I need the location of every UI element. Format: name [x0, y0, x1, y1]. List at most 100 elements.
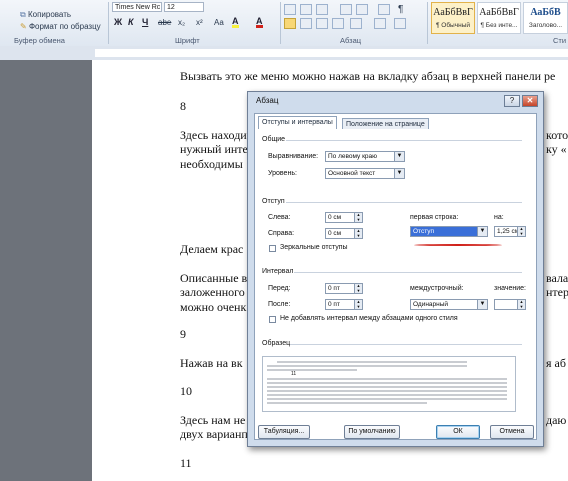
close-button[interactable]: ✕: [522, 95, 538, 107]
align-right-button[interactable]: [316, 18, 328, 29]
tab-indents-spacing[interactable]: Отступы и интервалы: [258, 116, 337, 129]
font-color-button[interactable]: A: [256, 17, 263, 28]
style-no-spacing[interactable]: АаБбВвГ ¶ Без инте...: [477, 2, 521, 34]
subscript-button[interactable]: x₂: [178, 18, 185, 27]
first-line-dropdown[interactable]: Отступ ▼: [410, 226, 488, 237]
doc-line: можно оченк: [180, 300, 247, 314]
doc-line: Здесь нам не: [180, 413, 246, 427]
doc-line: Нажав на вк: [180, 356, 243, 370]
paragraph-dialog: Абзац ? ✕ Отступы и интервалы Положение …: [247, 91, 544, 447]
font-name-dropdown[interactable]: Times New Rc: [112, 2, 162, 12]
first-line-label: первая строка:: [410, 214, 459, 221]
indent-right-value: 0 см: [328, 230, 342, 237]
preview-line: [267, 369, 357, 371]
set-default-button[interactable]: По умолчанию: [344, 425, 400, 439]
format-painter-label: Формат по образцу: [28, 22, 101, 31]
paragraph-group-label: Абзац: [340, 36, 362, 45]
align-left-button[interactable]: [284, 18, 296, 29]
doc-line: 8: [180, 99, 186, 113]
spacing-before-label: Перед:: [268, 285, 291, 292]
doc-line: 11: [180, 456, 192, 470]
bullets-button[interactable]: [284, 4, 296, 15]
doc-line: 10: [180, 384, 192, 398]
style-name: ¶ Обычный: [435, 22, 471, 29]
indent-right-spinner[interactable]: 0 см ▲ ▼: [325, 228, 363, 239]
doc-fragment: даю: [546, 413, 567, 427]
numbering-button[interactable]: [300, 4, 312, 15]
sort-button[interactable]: [378, 4, 390, 15]
indent-left-spinner[interactable]: 0 см ▲ ▼: [325, 212, 363, 223]
help-button[interactable]: ?: [504, 95, 520, 107]
spin-arrows-icon: ▲ ▼: [354, 228, 362, 238]
cancel-button[interactable]: Отмена: [490, 425, 534, 439]
line-spacing-dropdown[interactable]: Одинарный ▼: [410, 299, 488, 310]
divider: [294, 272, 522, 273]
doc-fragment: я аб: [546, 356, 566, 370]
preview-line: [267, 402, 427, 404]
format-painter-button[interactable]: ✎ Формат по образцу: [20, 22, 101, 31]
alignment-dropdown[interactable]: По левому краю ▼: [325, 151, 405, 162]
strikethrough-button[interactable]: abe: [158, 18, 171, 27]
indent-by-value: 1,25 см: [497, 228, 520, 235]
no-space-checkbox[interactable]: [269, 316, 276, 323]
font-group-label: Шрифт: [175, 36, 200, 45]
superscript-button[interactable]: x²: [196, 18, 203, 27]
style-sample: АаБбВ: [530, 7, 561, 18]
highlight-button[interactable]: A: [232, 17, 239, 28]
horizontal-ruler[interactable]: [0, 46, 568, 61]
divider: [280, 2, 281, 44]
mirror-indents-checkbox[interactable]: [269, 245, 276, 252]
chevron-down-icon: ▼: [477, 300, 487, 309]
doc-line: необходимы: [180, 157, 243, 171]
font-size-dropdown[interactable]: 12: [164, 2, 204, 12]
italic-button[interactable]: К: [128, 17, 134, 27]
show-marks-button[interactable]: ¶: [398, 4, 403, 15]
doc-fragment: ку «: [546, 142, 567, 156]
borders-button[interactable]: [394, 18, 406, 29]
spacing-before-spinner[interactable]: 0 пт ▲ ▼: [325, 283, 363, 294]
tab-line-page-breaks[interactable]: Положение на странице: [342, 118, 429, 129]
increase-indent-button[interactable]: [356, 4, 368, 15]
alignment-value: По левому краю: [328, 153, 378, 160]
doc-fragment: кото: [546, 128, 568, 142]
align-center-button[interactable]: [300, 18, 312, 29]
multilevel-list-button[interactable]: [316, 4, 328, 15]
decrease-indent-button[interactable]: [340, 4, 352, 15]
style-heading[interactable]: АаБбВ Заголово...: [523, 2, 568, 34]
copy-icon: ⧉: [20, 10, 26, 19]
level-label: Уровень:: [268, 170, 297, 177]
line-spacing-button[interactable]: [350, 18, 362, 29]
change-case-button[interactable]: Aa: [214, 18, 224, 27]
doc-fragment: нтер: [546, 285, 568, 299]
style-name: Заголово...: [528, 22, 563, 29]
justify-button[interactable]: [332, 18, 344, 29]
doc-line: двух варианп: [180, 427, 248, 441]
doc-line: заложенного: [180, 285, 245, 299]
doc-fragment: вала: [546, 271, 568, 285]
copy-button[interactable]: ⧉ Копировать: [20, 10, 71, 20]
indent-by-label: на:: [494, 214, 504, 221]
spin-arrows-icon: ▲ ▼: [517, 226, 525, 236]
preview-line: [267, 390, 507, 392]
divider: [290, 344, 522, 345]
divider: [427, 2, 428, 44]
line-spacing-label: междустрочный:: [410, 285, 464, 292]
indent-left-value: 0 см: [328, 214, 342, 221]
indent-by-spinner[interactable]: 1,25 см ▲ ▼: [494, 226, 526, 237]
spacing-after-spinner[interactable]: 0 пт ▲ ▼: [325, 299, 363, 310]
divider: [286, 140, 522, 141]
ok-button[interactable]: ОК: [436, 425, 480, 439]
doc-line: 9: [180, 327, 186, 341]
level-dropdown[interactable]: Основной текст ▼: [325, 168, 405, 179]
indent-left-label: Слева:: [268, 214, 291, 221]
style-normal[interactable]: АаБбВвГ ¶ Обычный: [431, 2, 475, 34]
shading-button[interactable]: [374, 18, 386, 29]
underline-button[interactable]: Ч: [142, 17, 148, 27]
spacing-at-spinner[interactable]: ▲ ▼: [494, 299, 526, 310]
ribbon: ⧉ Копировать ✎ Формат по образцу Буфер о…: [0, 0, 568, 47]
bold-button[interactable]: Ж: [114, 17, 122, 27]
dialog-title: Абзац: [256, 96, 279, 105]
tabs-button[interactable]: Табуляция...: [258, 425, 310, 439]
paragraph-preview: 11: [262, 356, 516, 412]
alignment-label: Выравнивание:: [268, 153, 319, 160]
